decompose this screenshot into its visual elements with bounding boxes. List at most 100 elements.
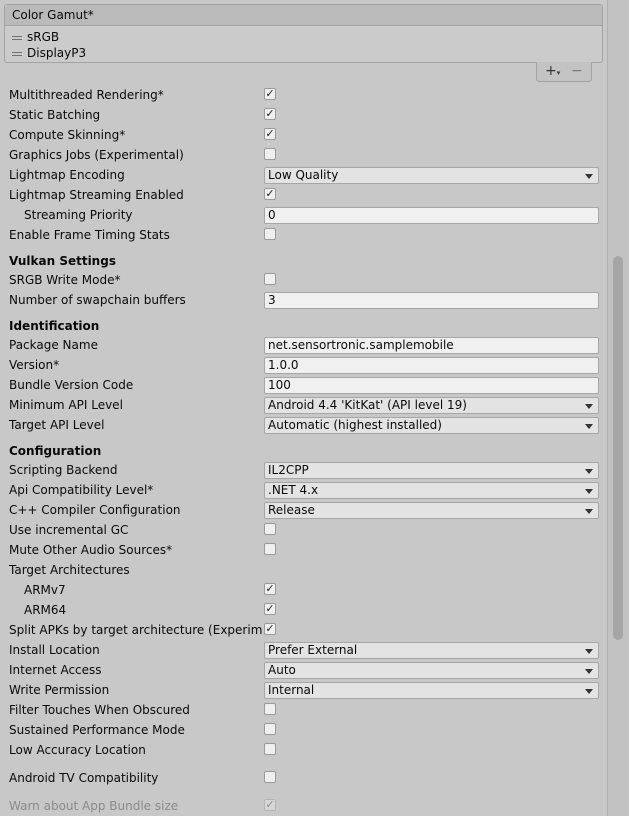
color-gamut-item-displayp3[interactable]: DisplayP3 (12, 45, 86, 61)
color-gamut-header: Color Gamut* (5, 5, 602, 26)
sustained-performance-label: Sustained Performance Mode (9, 723, 185, 737)
row-frame-timing-stats: Enable Frame Timing Stats (0, 225, 607, 245)
dropdown-arrow-icon: ▾ (556, 69, 561, 77)
dropdown-caret-icon (585, 424, 593, 429)
lightmap-encoding-value: Low Quality (268, 168, 339, 182)
dropdown-caret-icon (585, 174, 593, 179)
dropdown-caret-icon (585, 489, 593, 494)
api-compatibility-dropdown[interactable]: .NET 4.x (264, 482, 599, 499)
vulkan-settings-heading: Vulkan Settings (9, 254, 116, 268)
dropdown-caret-icon (585, 509, 593, 514)
install-location-value: Prefer External (268, 643, 358, 657)
row-lightmap-encoding: Lightmap Encoding Low Quality (0, 165, 607, 185)
write-permission-label: Write Permission (9, 683, 110, 697)
color-gamut-list: Color Gamut* sRGB DisplayP3 (4, 4, 603, 63)
row-graphics-jobs: Graphics Jobs (Experimental) (0, 145, 607, 165)
compute-skinning-label: Compute Skinning* (9, 128, 126, 142)
arm64-checkbox[interactable]: ✓ (264, 603, 276, 615)
row-package-name: Package Name net.sensortronic.samplemobi… (0, 335, 607, 355)
row-internet-access: Internet Access Auto (0, 660, 607, 680)
compute-skinning-checkbox[interactable]: ✓ (264, 128, 276, 140)
mute-audio-checkbox[interactable] (264, 543, 276, 555)
lightmap-encoding-dropdown[interactable]: Low Quality (264, 167, 599, 184)
row-split-apks: Split APKs by target architecture (Exper… (0, 620, 607, 640)
lightmap-streaming-checkbox[interactable]: ✓ (264, 188, 276, 200)
install-location-dropdown[interactable]: Prefer External (264, 642, 599, 659)
internet-access-label: Internet Access (9, 663, 102, 677)
add-gamut-button[interactable]: +▾ (545, 63, 560, 79)
filter-touches-checkbox[interactable] (264, 703, 276, 715)
srgb-write-mode-label: SRGB Write Mode* (9, 273, 121, 287)
install-location-label: Install Location (9, 643, 100, 657)
min-api-level-label: Minimum API Level (9, 398, 123, 412)
configuration-heading: Configuration (9, 444, 102, 458)
multithreaded-rendering-label: Multithreaded Rendering* (9, 88, 164, 102)
cpp-compiler-label: C++ Compiler Configuration (9, 503, 181, 517)
graphics-jobs-checkbox[interactable] (264, 148, 276, 160)
row-version: Version* 1.0.0 (0, 355, 607, 375)
dropdown-caret-icon (585, 689, 593, 694)
streaming-priority-field[interactable]: 0 (264, 207, 599, 224)
identification-heading: Identification (9, 319, 100, 333)
write-permission-dropdown[interactable]: Internal (264, 682, 599, 699)
target-architectures-label: Target Architectures (9, 563, 130, 577)
version-label: Version* (9, 358, 60, 372)
row-multithreaded-rendering: Multithreaded Rendering* ✓ (0, 85, 607, 105)
static-batching-checkbox[interactable]: ✓ (264, 108, 276, 120)
cpp-compiler-value: Release (268, 503, 315, 517)
cpp-compiler-dropdown[interactable]: Release (264, 502, 599, 519)
write-permission-value: Internal (268, 683, 315, 697)
row-install-location: Install Location Prefer External (0, 640, 607, 660)
multithreaded-rendering-checkbox[interactable]: ✓ (264, 88, 276, 100)
swapchain-buffers-field[interactable]: 3 (264, 292, 599, 309)
color-gamut-footer: +▾ − (536, 62, 592, 82)
vertical-scrollbar[interactable] (607, 0, 629, 816)
row-compute-skinning: Compute Skinning* ✓ (0, 125, 607, 145)
scripting-backend-value: IL2CPP (268, 463, 309, 477)
row-low-accuracy-location: Low Accuracy Location (0, 740, 607, 760)
srgb-write-mode-checkbox[interactable] (264, 273, 276, 285)
android-tv-label: Android TV Compatibility (9, 771, 159, 785)
row-scripting-backend: Scripting Backend IL2CPP (0, 460, 607, 480)
armv7-checkbox[interactable]: ✓ (264, 583, 276, 595)
dropdown-caret-icon (585, 404, 593, 409)
api-compatibility-value: .NET 4.x (268, 483, 319, 497)
min-api-level-value: Android 4.4 'KitKat' (API level 19) (268, 398, 467, 412)
incremental-gc-label: Use incremental GC (9, 523, 129, 537)
internet-access-dropdown[interactable]: Auto (264, 662, 599, 679)
row-filter-touches: Filter Touches When Obscured (0, 700, 607, 720)
color-gamut-item-srgb[interactable]: sRGB (12, 29, 59, 45)
version-field[interactable]: 1.0.0 (264, 357, 599, 374)
armv7-label: ARMv7 (24, 583, 66, 597)
row-target-api-level: Target API Level Automatic (highest inst… (0, 415, 607, 435)
sustained-performance-checkbox[interactable] (264, 723, 276, 735)
bundle-version-code-field[interactable]: 100 (264, 377, 599, 394)
package-name-field[interactable]: net.sensortronic.samplemobile (264, 337, 599, 354)
warn-bundle-size-checkbox: ✓ (264, 798, 276, 811)
lightmap-streaming-label: Lightmap Streaming Enabled (9, 188, 184, 202)
lightmap-encoding-label: Lightmap Encoding (9, 168, 125, 182)
row-armv7: ARMv7 ✓ (0, 580, 607, 600)
target-api-level-dropdown[interactable]: Automatic (highest installed) (264, 417, 599, 434)
scrollbar-thumb[interactable] (613, 256, 623, 640)
streaming-priority-label: Streaming Priority (24, 208, 133, 222)
filter-touches-label: Filter Touches When Obscured (9, 703, 190, 717)
remove-gamut-button[interactable]: − (571, 63, 583, 79)
row-static-batching: Static Batching ✓ (0, 105, 607, 125)
drag-handle-icon[interactable] (12, 50, 22, 58)
incremental-gc-checkbox[interactable] (264, 523, 276, 535)
split-apks-label: Split APKs by target architecture (Exper… (9, 623, 263, 637)
api-compatibility-label: Api Compatibility Level* (9, 483, 154, 497)
android-tv-checkbox[interactable] (264, 771, 276, 783)
split-apks-checkbox[interactable]: ✓ (264, 623, 276, 635)
min-api-level-dropdown[interactable]: Android 4.4 'KitKat' (API level 19) (264, 397, 599, 414)
row-swapchain-buffers: Number of swapchain buffers 3 (0, 290, 607, 310)
scripting-backend-dropdown[interactable]: IL2CPP (264, 462, 599, 479)
drag-handle-icon[interactable] (12, 34, 22, 42)
frame-timing-stats-checkbox[interactable] (264, 228, 276, 240)
dropdown-caret-icon (585, 469, 593, 474)
target-api-level-label: Target API Level (9, 418, 105, 432)
low-accuracy-location-checkbox[interactable] (264, 743, 276, 755)
row-min-api-level: Minimum API Level Android 4.4 'KitKat' (… (0, 395, 607, 415)
frame-timing-stats-label: Enable Frame Timing Stats (9, 228, 170, 242)
